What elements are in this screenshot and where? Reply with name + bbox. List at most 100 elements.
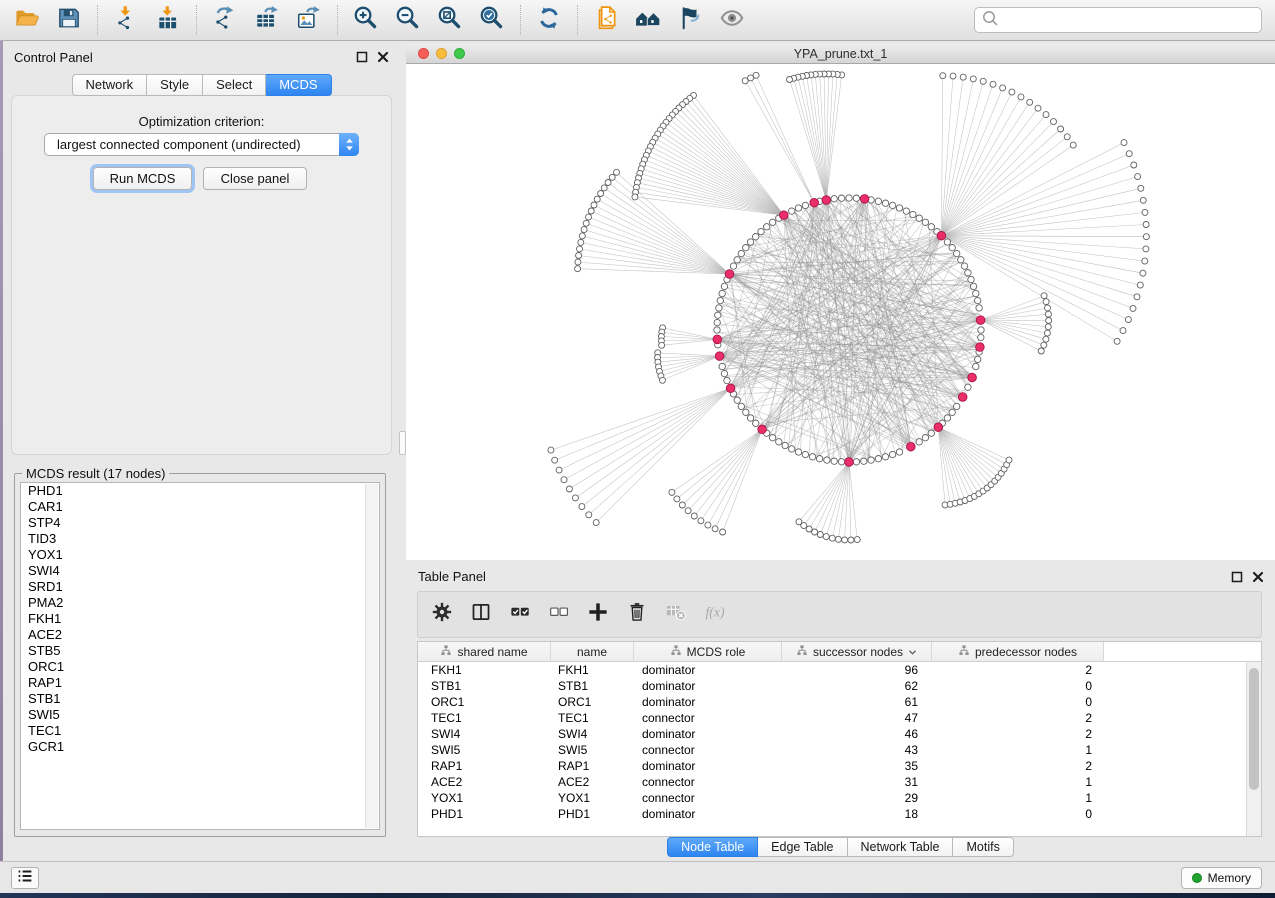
cell-predecessor-nodes[interactable]: 1 [932,775,1104,789]
network-node[interactable] [868,457,874,463]
columns-button[interactable] [469,603,493,627]
table-row[interactable]: FKH1FKH1dominator962 [418,662,1246,678]
network-node[interactable] [812,529,818,535]
cell-shared-name[interactable]: STB1 [418,679,551,693]
cell-predecessor-nodes[interactable]: 1 [932,743,1104,757]
tab-style[interactable]: Style [147,74,203,96]
cell-shared-name[interactable]: TEC1 [418,711,551,725]
network-node[interactable] [1027,99,1033,105]
add-row-button[interactable] [586,603,610,627]
network-node[interactable] [1138,185,1144,191]
cell-successor-nodes[interactable]: 18 [782,807,932,821]
network-node[interactable] [556,467,562,473]
network-node[interactable] [949,245,955,251]
network-node[interactable] [965,270,971,276]
first-neighbors-button[interactable] [627,1,669,39]
network-node[interactable] [1143,222,1149,228]
network-node[interactable] [978,327,984,333]
network-node[interactable] [738,250,744,256]
network-node[interactable] [875,198,881,204]
mcds-hub-node[interactable] [758,425,767,434]
network-node[interactable] [1137,282,1143,288]
cell-successor-nodes[interactable]: 62 [782,679,932,693]
cell-name[interactable]: SWI4 [551,727,634,741]
cell-name[interactable]: ACE2 [551,775,634,789]
cell-successor-nodes[interactable]: 61 [782,695,932,709]
network-node[interactable] [714,319,720,325]
network-node[interactable] [730,263,736,269]
network-node[interactable] [1000,85,1006,91]
network-node[interactable] [787,77,793,83]
search-input[interactable] [999,10,1261,30]
cell-predecessor-nodes[interactable]: 2 [932,663,1104,677]
tab-network[interactable]: Network [71,74,147,96]
network-node[interactable] [575,259,581,265]
network-node[interactable] [896,449,902,455]
network-node[interactable] [1009,89,1015,95]
network-node[interactable] [1043,112,1049,118]
network-node[interactable] [958,257,964,263]
network-node[interactable] [978,334,984,340]
network-node[interactable] [1140,270,1146,276]
cell-successor-nodes[interactable]: 96 [782,663,932,677]
network-node[interactable] [576,253,582,259]
cell-name[interactable]: TEC1 [551,711,634,725]
network-node[interactable] [705,522,711,528]
network-window-titlebar[interactable]: YPA_prune.txt_1 [406,44,1275,64]
mcds-hub-node[interactable] [907,442,916,451]
network-node[interactable] [928,430,934,436]
cell-mcds-role[interactable]: connector [634,791,782,805]
network-node[interactable] [882,200,888,206]
mcds-hub-node[interactable] [934,423,943,432]
network-node[interactable] [598,191,604,197]
table-row[interactable]: STB1STB1dominator620 [418,678,1246,694]
tab-motifs[interactable]: Motifs [953,837,1013,857]
network-node[interactable] [572,495,578,501]
zoom-out-button[interactable] [387,1,429,39]
tab-network-table[interactable]: Network Table [848,837,954,857]
network-node[interactable] [719,363,725,369]
splitter-handle[interactable] [399,431,406,455]
mcds-result-item[interactable]: SWI5 [21,707,379,723]
cell-mcds-role[interactable]: connector [634,711,782,725]
network-node[interactable] [679,502,685,508]
network-node[interactable] [960,74,966,80]
network-node[interactable] [561,477,567,483]
network-node[interactable] [1135,174,1141,180]
network-node[interactable] [1006,457,1012,463]
network-canvas[interactable] [406,64,1275,560]
network-node[interactable] [853,195,859,201]
cell-shared-name[interactable]: FKH1 [418,663,551,677]
network-node[interactable] [579,233,585,239]
network-node[interactable] [769,435,775,441]
network-node[interactable] [806,526,812,532]
network-node[interactable] [753,234,759,240]
cell-successor-nodes[interactable]: 29 [782,791,932,805]
network-node[interactable] [1058,126,1064,132]
network-node[interactable] [1070,142,1076,148]
network-node[interactable] [747,415,753,421]
network-node[interactable] [659,342,665,348]
network-node[interactable] [593,520,599,526]
network-node[interactable] [816,456,822,462]
import-table-button[interactable] [147,1,189,39]
network-node[interactable] [605,180,611,186]
settings-button[interactable] [430,603,454,627]
network-node[interactable] [1121,140,1127,146]
network-node[interactable] [1126,151,1132,157]
table-scrollbar[interactable] [1246,662,1261,836]
mcds-result-item[interactable]: CAR1 [21,499,379,515]
mcds-result-item[interactable]: PMA2 [21,595,379,611]
cell-predecessor-nodes[interactable]: 1 [932,791,1104,805]
network-node[interactable] [614,169,620,175]
mcds-result-item[interactable]: ACE2 [21,627,379,643]
network-node[interactable] [714,327,720,333]
network-node[interactable] [848,537,854,543]
network-node[interactable] [1130,305,1136,311]
network-node[interactable] [928,224,934,230]
cell-predecessor-nodes[interactable]: 0 [932,807,1104,821]
network-node[interactable] [747,239,753,245]
network-node[interactable] [824,457,830,463]
mcds-hub-node[interactable] [725,270,734,279]
network-node[interactable] [1051,119,1057,125]
